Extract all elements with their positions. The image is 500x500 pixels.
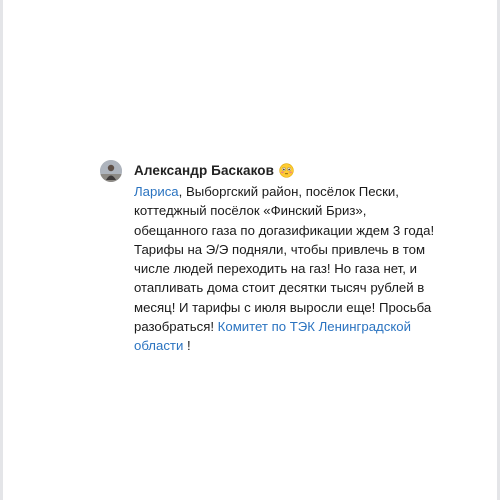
comment-body-part1: , Выборгский район, посёлок Пески, котте… [134,184,435,335]
comment-body-part2: ! [183,338,191,354]
mention-user-link[interactable]: Лариса [134,184,179,199]
screenshot-frame: Александр Баскаков Лариса, Выборгский ра… [0,0,500,500]
author-name[interactable]: Александр Баскаков [134,163,274,178]
avatar-photo-icon [100,160,122,182]
comment-text: Лариса, Выборгский район, посёлок Пески,… [134,182,438,356]
comment-header: Александр Баскаков [134,160,438,180]
flushed-face-emoji-icon [279,162,294,178]
author-avatar[interactable] [100,160,122,182]
comment-item: Александр Баскаков Лариса, Выборгский ра… [100,160,438,356]
